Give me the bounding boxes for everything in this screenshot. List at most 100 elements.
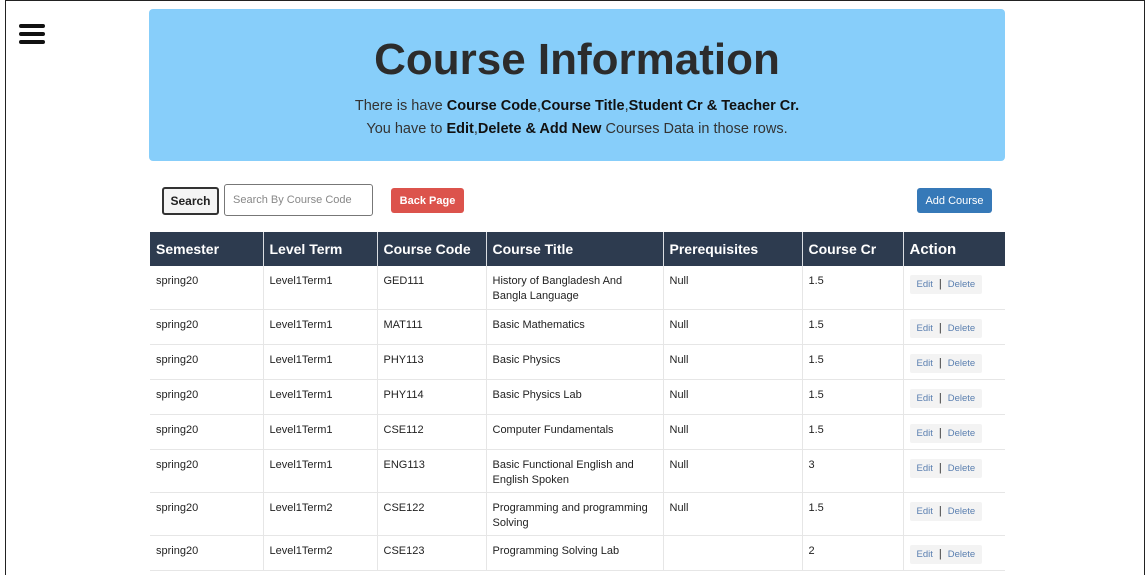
delete-button[interactable]: Delete (944, 321, 979, 336)
cell-semester: spring20 (150, 379, 264, 415)
header-course-cr[interactable]: Course Cr (802, 232, 904, 266)
edit-button[interactable]: Edit (913, 391, 937, 406)
cell-semester: spring20 (150, 535, 264, 571)
header-level-term[interactable]: Level Term (263, 232, 378, 266)
header-course-code[interactable]: Course Code (377, 232, 487, 266)
action-separator: | (938, 356, 942, 369)
cell-course-code: CSE112 (377, 414, 487, 450)
action-separator: | (938, 278, 942, 290)
edit-button[interactable]: Edit (913, 321, 937, 336)
cell-course-code: GED111 (377, 266, 487, 310)
cell-prerequisites: Null (663, 414, 803, 450)
search-button[interactable]: Search (162, 187, 219, 215)
edit-button[interactable]: Edit (913, 277, 937, 292)
hamburger-menu-icon[interactable] (19, 24, 45, 44)
cell-course-cr: 1.5 (802, 309, 904, 345)
cell-course-code: ENG113 (377, 449, 487, 493)
hero-banner: Course Information There is have Course … (149, 9, 1005, 161)
add-course-button[interactable]: Add Course (917, 188, 992, 213)
table-row: spring20 Level1Term1 MAT111 Basic Mathem… (150, 309, 1005, 345)
cell-semester: spring20 (150, 492, 264, 536)
cell-course-cr: 1.5 (802, 492, 904, 536)
action-separator: | (938, 426, 942, 439)
cell-course-code: PHY113 (377, 344, 487, 380)
cell-course-title: Basic Functional English and English Spo… (486, 449, 664, 493)
search-input[interactable] (224, 184, 373, 216)
toolbar: Search Back Page Add Course (162, 184, 992, 216)
cell-prerequisites (663, 535, 803, 571)
delete-button[interactable]: Delete (944, 391, 979, 406)
cell-level-term: Level1Term2 (263, 492, 378, 536)
cell-semester: spring20 (150, 309, 264, 345)
cell-course-title: Basic Physics (486, 344, 664, 380)
cell-prerequisites: Null (663, 344, 803, 380)
delete-button[interactable]: Delete (944, 504, 979, 519)
cell-action: Edit | Delete (903, 266, 1005, 310)
cell-level-term: Level1Term1 (263, 449, 378, 493)
cell-course-cr: 3 (802, 449, 904, 493)
cell-course-code: MAT111 (377, 309, 487, 345)
table-header-row: Semester Level Term Course Code Course T… (150, 232, 1005, 266)
edit-button[interactable]: Edit (913, 356, 937, 371)
header-course-title[interactable]: Course Title (486, 232, 664, 266)
cell-course-title: Programming Solving Lab (486, 535, 664, 571)
cell-prerequisites: Null (663, 379, 803, 415)
cell-course-code: CSE122 (377, 492, 487, 536)
table-row: spring20 Level1Term1 ENG113 Basic Functi… (150, 449, 1005, 493)
table-row: spring20 Level1Term1 PHY113 Basic Physic… (150, 344, 1005, 380)
delete-button[interactable]: Delete (944, 461, 979, 476)
cell-action: Edit | Delete (903, 309, 1005, 345)
action-separator: | (938, 547, 942, 560)
action-separator: | (938, 321, 942, 334)
cell-semester: spring20 (150, 449, 264, 493)
cell-action: Edit | Delete (903, 492, 1005, 536)
page-title: Course Information (374, 35, 780, 84)
delete-button[interactable]: Delete (944, 547, 979, 562)
cell-course-cr: 1.5 (802, 379, 904, 415)
delete-button[interactable]: Delete (944, 426, 979, 441)
cell-course-title: Computer Fundamentals (486, 414, 664, 450)
cell-level-term: Level1Term1 (263, 309, 378, 345)
back-page-button[interactable]: Back Page (391, 188, 464, 213)
cell-prerequisites: Null (663, 492, 803, 536)
header-action: Action (903, 232, 1005, 266)
cell-course-cr: 1.5 (802, 266, 904, 310)
header-prerequisites[interactable]: Prerequisites (663, 232, 803, 266)
cell-prerequisites: Null (663, 309, 803, 345)
cell-action: Edit | Delete (903, 449, 1005, 493)
cell-level-term: Level1Term1 (263, 344, 378, 380)
cell-action: Edit | Delete (903, 535, 1005, 571)
cell-level-term: Level1Term1 (263, 266, 378, 310)
header-semester[interactable]: Semester (150, 232, 264, 266)
table-row: spring20 Level1Term1 GED111 History of B… (150, 266, 1005, 310)
edit-button[interactable]: Edit (913, 504, 937, 519)
cell-prerequisites: Null (663, 449, 803, 493)
table-row: spring20 Level1Term1 PHY114 Basic Physic… (150, 379, 1005, 415)
delete-button[interactable]: Delete (944, 277, 979, 292)
edit-button[interactable]: Edit (913, 461, 937, 476)
action-separator: | (938, 391, 942, 404)
delete-button[interactable]: Delete (944, 356, 979, 371)
edit-button[interactable]: Edit (913, 547, 937, 562)
cell-course-title: Basic Physics Lab (486, 379, 664, 415)
edit-button[interactable]: Edit (913, 426, 937, 441)
cell-level-term: Level1Term1 (263, 379, 378, 415)
action-separator: | (938, 461, 942, 474)
cell-level-term: Level1Term2 (263, 535, 378, 571)
cell-level-term: Level1Term1 (263, 414, 378, 450)
cell-course-title: Basic Mathematics (486, 309, 664, 345)
cell-course-cr: 1.5 (802, 344, 904, 380)
table-row: spring20 Level1Term1 CSE112 Computer Fun… (150, 414, 1005, 450)
course-table: Semester Level Term Course Code Course T… (150, 232, 1005, 571)
table-row: spring20 Level1Term2 CSE122 Programming … (150, 492, 1005, 536)
cell-course-title: Programming and programming Solving (486, 492, 664, 536)
cell-semester: spring20 (150, 414, 264, 450)
hero-description-line1: There is have Course Code,Course Title,S… (354, 98, 800, 114)
cell-action: Edit | Delete (903, 379, 1005, 415)
table-row: spring20 Level1Term2 CSE123 Programming … (150, 535, 1005, 571)
cell-course-cr: 1.5 (802, 414, 904, 450)
cell-semester: spring20 (150, 344, 264, 380)
cell-prerequisites: Null (663, 266, 803, 310)
cell-course-title: History of Bangladesh And Bangla Languag… (486, 266, 664, 310)
hero-description-line2: You have to Edit,Delete & Add New Course… (366, 121, 788, 137)
